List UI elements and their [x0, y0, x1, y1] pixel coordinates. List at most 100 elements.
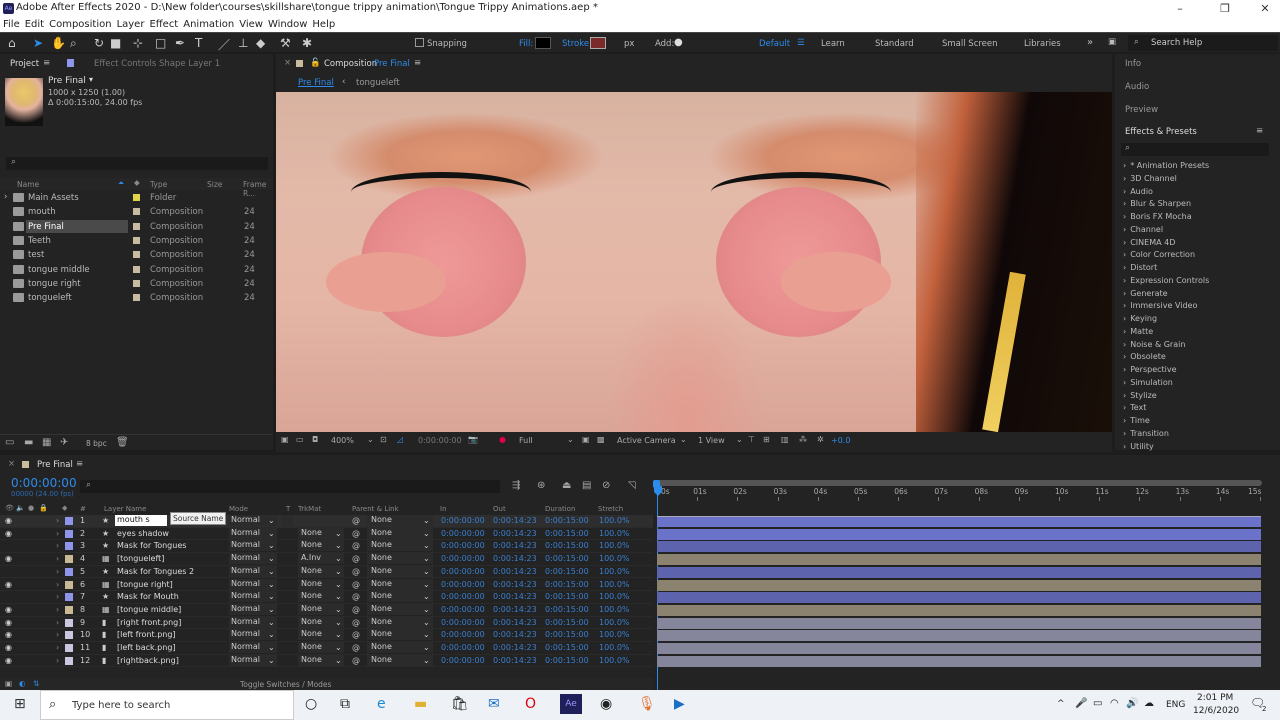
layer-row[interactable]: ◉ › 4 ▦ [tongueleft] Normal ⌄ A.Inv ⌄ @ None ⌄ 0:00:… [0, 553, 653, 566]
panel-menu-icon[interactable]: ≡ [414, 58, 421, 68]
chevron-down-icon[interactable]: ⌄ [335, 656, 342, 665]
layer-duration-bar[interactable] [657, 655, 1261, 667]
project-item[interactable]: tongueleft Composition 24 [0, 291, 273, 305]
toggle-switches-modes[interactable]: Toggle Switches / Modes [240, 680, 331, 689]
chevron-right-icon[interactable]: › [56, 554, 59, 563]
layer-duration-bar[interactable] [657, 592, 1261, 604]
label-color-swatch[interactable] [65, 580, 73, 589]
view-layout-select[interactable]: 1 View [698, 436, 725, 445]
pickwhip-icon[interactable]: @ [352, 592, 360, 601]
mail-icon[interactable]: ✉ [488, 696, 500, 712]
label-color-swatch[interactable] [65, 631, 73, 640]
chevron-right-icon[interactable]: › [56, 618, 59, 627]
out-point[interactable]: 0:00:14:23 [493, 605, 537, 614]
effect-category[interactable]: › CINEMA 4D [1123, 238, 1175, 247]
stretch[interactable]: 100.0% [599, 643, 630, 652]
render-icon[interactable]: ✈ [60, 437, 68, 448]
chevron-down-icon[interactable]: ⌄ [736, 435, 743, 444]
workspace-standard[interactable]: Standard [875, 39, 914, 49]
breadcrumb-tongueleft[interactable]: tongueleft [356, 78, 400, 88]
duration[interactable]: 0:00:15:00 [545, 541, 589, 550]
chevron-right-icon[interactable]: › [56, 630, 59, 639]
layer-row[interactable]: ◉ › 11 ▮ [left back.png] Normal ⌄ None ⌄ @ None ⌄ 0:… [0, 642, 653, 655]
in-point[interactable]: 0:00:00:00 [441, 529, 485, 538]
project-item[interactable]: mouth Composition 24 [0, 205, 273, 219]
effect-category[interactable]: › Blur & Sharpen [1123, 199, 1191, 208]
col-type[interactable]: Type [150, 180, 167, 189]
chevron-down-icon[interactable]: ⌄ [423, 618, 430, 627]
resolution-select[interactable]: Full [519, 436, 533, 445]
eye-icon[interactable]: ◉ [5, 580, 12, 589]
windows-start-icon[interactable]: ⊞ [14, 696, 26, 712]
chevron-down-icon[interactable]: ⌄ [268, 630, 275, 639]
zoom-tool-icon[interactable]: ⌕ [70, 36, 77, 51]
comp-dropdown-icon[interactable]: ▾ [89, 75, 93, 84]
chevron-down-icon[interactable]: ⌄ [335, 529, 342, 538]
chevron-down-icon[interactable]: ⌄ [335, 592, 342, 601]
project-item[interactable]: › Main Assets Folder [0, 191, 273, 205]
eye-icon[interactable]: ◉ [5, 554, 12, 563]
tab-effect-controls[interactable]: Effect Controls Shape Layer 1 [94, 59, 220, 69]
col-trkmat[interactable]: TrkMat [298, 505, 321, 513]
layer-row[interactable]: ◉ › 9 ▮ [right front.png] Normal ⌄ None ⌄ @ None ⌄ 0… [0, 616, 653, 630]
duration[interactable]: 0:00:15:00 [545, 605, 589, 614]
pickwhip-icon[interactable]: @ [352, 529, 360, 538]
eye-icon[interactable]: ◉ [5, 618, 12, 627]
project-item[interactable]: Teeth Composition 24 [0, 234, 273, 248]
menu-window[interactable]: Window [268, 19, 307, 30]
stretch[interactable]: 100.0% [599, 529, 630, 538]
label-color-swatch[interactable] [133, 294, 140, 302]
stretch[interactable]: 100.0% [599, 541, 630, 550]
composition-viewer[interactable] [276, 92, 1112, 432]
menu-animation[interactable]: Animation [183, 19, 234, 30]
graph-editor-icon[interactable]: ◹ [628, 480, 636, 491]
motion-blur-icon[interactable]: ⊘ [602, 480, 610, 491]
effect-category[interactable]: › Matte [1123, 327, 1153, 336]
col-t[interactable]: T [286, 505, 290, 513]
bit-depth[interactable]: 8 bpc [86, 439, 107, 448]
draft-3d-icon[interactable]: ⊛ [537, 480, 545, 491]
microphone-app-icon[interactable]: 🎙 [638, 696, 656, 712]
effect-category[interactable]: › 3D Channel [1123, 174, 1177, 183]
preview-panel-tab[interactable]: Preview [1125, 105, 1158, 115]
chevron-down-icon[interactable]: ⌄ [423, 643, 430, 652]
in-point[interactable]: 0:00:00:00 [441, 630, 485, 639]
frame-blending-icon[interactable]: ▤ [582, 480, 591, 491]
in-point[interactable]: 0:00:00:00 [441, 592, 485, 601]
pickwhip-icon[interactable]: @ [352, 656, 360, 665]
title-safe-icon[interactable]: ⊡ [380, 435, 387, 444]
new-folder-icon[interactable]: ▬ [24, 437, 33, 448]
chevron-down-icon[interactable]: ⌄ [335, 567, 342, 576]
label-color-swatch[interactable] [133, 222, 140, 230]
layer-duration-bar[interactable] [657, 579, 1261, 591]
out-point[interactable]: 0:00:14:23 [493, 630, 537, 639]
menu-effect[interactable]: Effect [149, 19, 178, 30]
project-item[interactable]: tongue right Composition 24 [0, 277, 273, 291]
effect-category[interactable]: › Noise & Grain [1123, 340, 1185, 349]
duration[interactable]: 0:00:15:00 [545, 580, 589, 589]
label-color-swatch[interactable] [65, 656, 73, 665]
puppet-tool-icon[interactable]: ✱ [302, 36, 312, 50]
layer-name[interactable]: [rightback.png] [117, 656, 179, 665]
out-point[interactable]: 0:00:14:23 [493, 554, 537, 563]
audio-switch-icon[interactable]: 🔈 [16, 504, 25, 512]
pickwhip-icon[interactable]: @ [352, 541, 360, 550]
project-item[interactable]: test Composition 24 [0, 248, 273, 262]
layer-name[interactable]: Mask for Tongues 2 [117, 567, 194, 576]
chevron-down-icon[interactable]: ⌄ [335, 605, 342, 614]
volume-icon[interactable]: 🔊 [1126, 698, 1138, 709]
label-color-swatch[interactable] [65, 593, 73, 602]
obs-icon[interactable]: ◉ [600, 696, 612, 712]
duration[interactable]: 0:00:15:00 [545, 656, 589, 665]
chevron-down-icon[interactable]: ⌄ [423, 656, 430, 665]
effect-category[interactable]: › Perspective [1123, 365, 1177, 374]
layer-name[interactable]: [tongue right] [117, 580, 173, 589]
chevron-down-icon[interactable]: ⌄ [268, 643, 275, 652]
layer-row[interactable]: ◉ › 1 ★ mouth s Normal ⌄ @ None ⌄ 0:00:00:00 0:00:1… [0, 515, 653, 528]
chevron-down-icon[interactable]: ⌄ [268, 541, 275, 550]
layer-duration-bar[interactable] [657, 516, 1261, 527]
layer-name-input[interactable]: mouth s [115, 515, 167, 526]
pickwhip-icon[interactable]: @ [352, 605, 360, 614]
more-workspaces-icon[interactable]: » [1087, 37, 1093, 48]
col-number[interactable]: # [80, 505, 86, 513]
